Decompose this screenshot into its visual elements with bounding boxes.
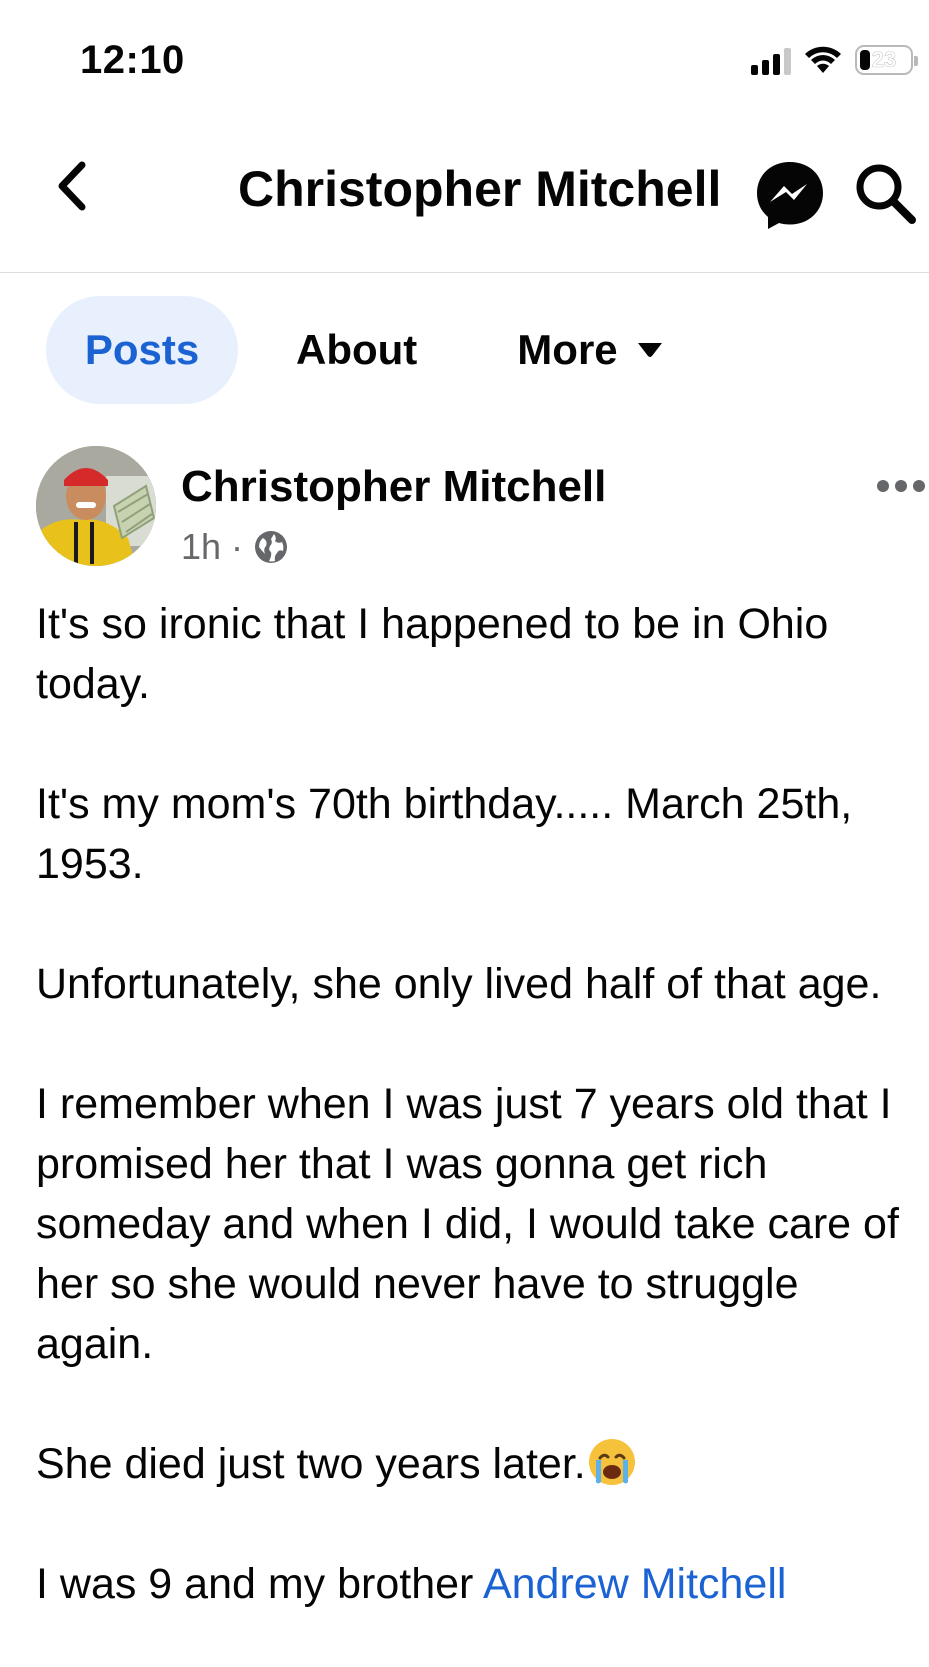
profile-tabs: Posts About More xyxy=(46,296,664,404)
signal-icon xyxy=(751,45,791,75)
post-body: It's so ironic that I happened to be in … xyxy=(36,594,926,1667)
tab-more-label: More xyxy=(517,326,618,373)
tab-more[interactable]: More xyxy=(517,296,663,404)
status-bar: 12:10 23 xyxy=(0,0,929,120)
mention-link[interactable]: Andrew Mitchell xyxy=(483,1560,787,1608)
post-paragraph: Unfortunately, she only lived half of th… xyxy=(36,960,882,1008)
caret-down-icon xyxy=(637,343,662,357)
post-paragraph: I remember when I was just 7 years old t… xyxy=(36,1080,899,1368)
avatar-image xyxy=(36,446,156,566)
back-button[interactable] xyxy=(44,158,100,214)
dot-icon xyxy=(877,480,889,492)
globe-icon xyxy=(255,531,288,563)
post-paragraph: I was 9 and my brother xyxy=(36,1560,483,1608)
back-chevron-icon xyxy=(58,161,86,211)
meta-separator: · xyxy=(231,526,244,567)
post-meta: 1h · xyxy=(181,526,289,568)
battery-level: 23 xyxy=(871,47,897,72)
wifi-icon xyxy=(805,46,841,73)
profile-screen: 12:10 23 Christopher Mitchell Posts Abou… xyxy=(0,0,929,1667)
search-button[interactable] xyxy=(852,160,918,226)
post-paragraph-with-mention: I was 9 and my brother Andrew Mitchell xyxy=(36,1554,926,1614)
search-icon xyxy=(856,164,916,224)
battery-icon: 23 xyxy=(855,45,918,75)
post-header: Christopher Mitchell 1h · xyxy=(36,446,929,576)
messenger-button[interactable] xyxy=(753,158,827,232)
post-author[interactable]: Christopher Mitchell xyxy=(181,462,606,512)
post-paragraph-with-emoji: She died just two years later. xyxy=(36,1434,926,1494)
crying-face-emoji-icon xyxy=(588,1439,635,1485)
status-icons: 23 xyxy=(751,42,918,78)
post-options-button[interactable] xyxy=(873,466,929,506)
status-time: 12:10 xyxy=(80,38,185,82)
tab-posts[interactable]: Posts xyxy=(46,296,238,404)
page-title: Christopher Mitchell xyxy=(238,161,722,217)
post-paragraph: She died just two years later. xyxy=(36,1440,586,1488)
tab-about[interactable]: About xyxy=(296,296,417,404)
dot-icon xyxy=(913,480,925,492)
header-divider xyxy=(0,272,929,273)
post-time[interactable]: 1h xyxy=(181,526,221,568)
avatar[interactable] xyxy=(36,446,156,566)
post-paragraph: It's my mom's 70th birthday..... March 2… xyxy=(36,780,853,888)
dot-icon xyxy=(895,480,907,492)
post-paragraph: It's so ironic that I happened to be in … xyxy=(36,600,829,708)
profile-header: Christopher Mitchell xyxy=(0,130,929,260)
messenger-icon xyxy=(757,162,823,229)
